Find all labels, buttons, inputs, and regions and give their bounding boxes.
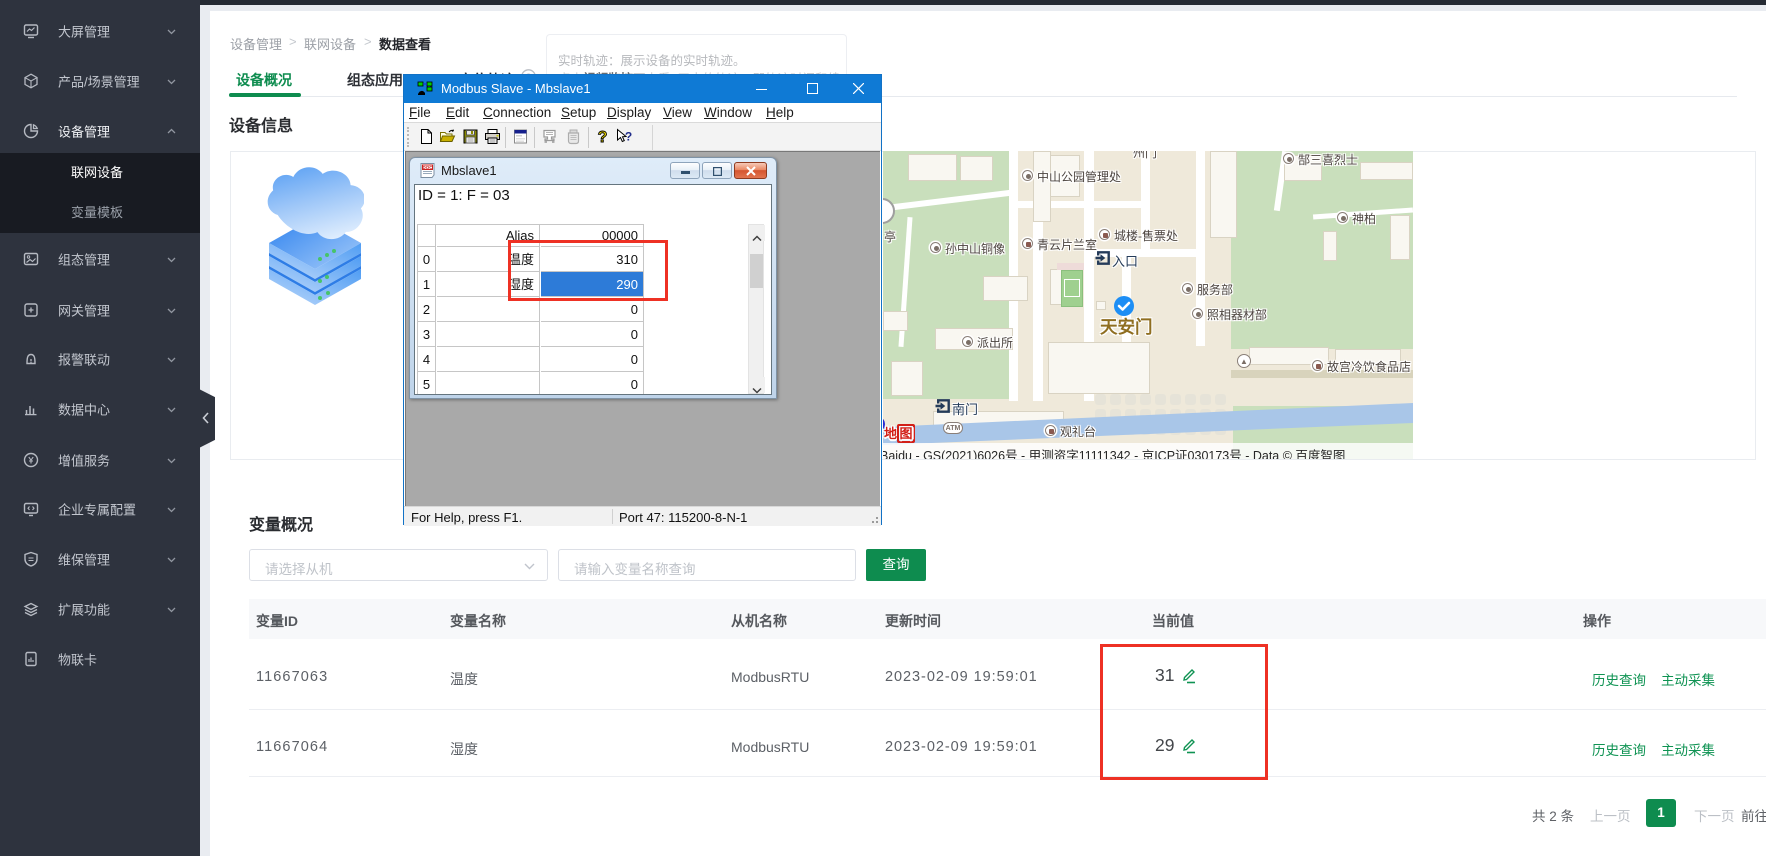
svg-text:?: ? xyxy=(625,130,632,144)
svg-text:DOC: DOC xyxy=(423,165,434,170)
svg-text:?: ? xyxy=(598,129,608,145)
